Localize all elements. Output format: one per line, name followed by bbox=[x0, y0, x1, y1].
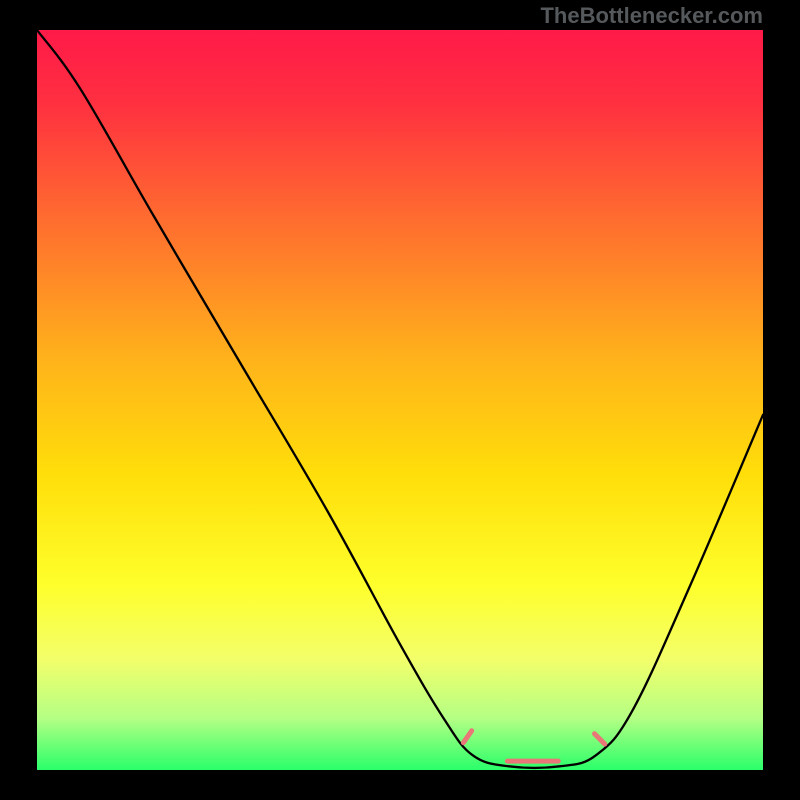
attribution-label: TheBottlenecker.com bbox=[540, 3, 763, 28]
plot-background-gradient bbox=[37, 30, 763, 770]
plot-area bbox=[37, 30, 763, 770]
bottleneck-chart: TheBottlenecker.com bbox=[0, 0, 800, 800]
